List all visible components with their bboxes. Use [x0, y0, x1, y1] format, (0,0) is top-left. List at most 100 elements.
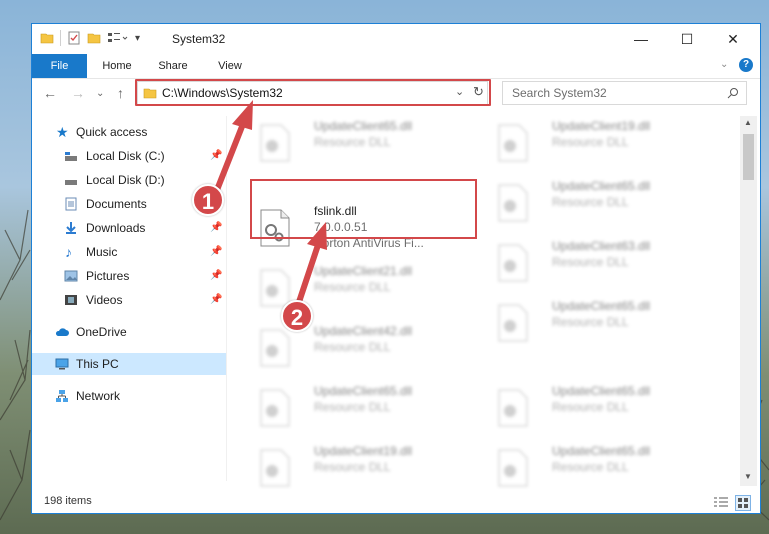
file-type: Resource DLL: [314, 280, 391, 294]
up-arrow-icon[interactable]: ↑: [117, 85, 124, 101]
customize-toolbar-icon[interactable]: ▾: [135, 33, 140, 44]
file-name: UpdateClient19.dll: [314, 444, 413, 458]
file-tile[interactable]: UpdateClient65.dll Resource DLL: [490, 178, 710, 228]
sidebar-item-this-pc[interactable]: This PC: [32, 353, 226, 375]
large-icons-view-icon[interactable]: [735, 495, 751, 511]
pin-icon[interactable]: 📌: [210, 145, 222, 167]
file-highlight-box: [250, 179, 477, 239]
tab-share[interactable]: Share: [150, 54, 196, 78]
vertical-scrollbar[interactable]: ▲ ▼: [740, 116, 757, 486]
sidebar-item-quick-access[interactable]: ★ Quick access: [32, 121, 226, 143]
navigation-pane: ★ Quick access Local Disk (C:) 📌 Local D…: [32, 116, 226, 486]
new-folder-icon[interactable]: [87, 31, 101, 45]
file-name: UpdateClient19.dll: [552, 119, 651, 133]
pane-divider[interactable]: [226, 116, 227, 481]
ribbon-tabs: File Home Share View ⌄ ?: [32, 54, 760, 79]
search-box[interactable]: Search System32: [502, 81, 747, 105]
music-icon: ♪: [65, 244, 72, 260]
pictures-icon: [64, 270, 78, 282]
dll-file-icon: [260, 124, 290, 162]
file-type: Resource DLL: [314, 340, 391, 354]
file-tile[interactable]: UpdateClient19.dll Resource DLL: [252, 443, 472, 493]
sidebar-item-label: Network: [76, 389, 121, 403]
minimize-button[interactable]: —: [618, 24, 664, 54]
sidebar-item-label: OneDrive: [76, 325, 127, 339]
dll-file-icon: [260, 389, 290, 427]
tab-file[interactable]: File: [32, 54, 87, 78]
title-bar: ▾ System32 — ☐ ✕: [32, 24, 760, 54]
file-tile[interactable]: UpdateClient19.dll Resource DLL: [490, 118, 710, 168]
file-name: UpdateClient21.dll: [314, 264, 413, 278]
maximize-button[interactable]: ☐: [664, 24, 710, 54]
expand-ribbon-icon[interactable]: ⌄: [720, 59, 728, 70]
dll-file-icon: [260, 329, 290, 367]
file-type: Resource DLL: [552, 400, 629, 414]
dll-file-icon: [498, 184, 528, 222]
step-badge-2: 2: [281, 300, 313, 332]
properties-icon[interactable]: [67, 31, 81, 45]
back-arrow-icon[interactable]: ←: [43, 85, 57, 101]
sidebar-item-music[interactable]: ♪ Music 📌: [32, 241, 226, 263]
step-badge-1: 1: [192, 184, 224, 216]
pin-icon[interactable]: 📌: [210, 241, 222, 263]
tab-view[interactable]: View: [207, 54, 253, 78]
file-tile[interactable]: UpdateClient65.dll Resource DLL: [490, 298, 710, 348]
item-count: 198 items: [44, 495, 92, 507]
tab-home[interactable]: Home: [94, 54, 140, 78]
sidebar-item-label: This PC: [76, 357, 119, 371]
pin-icon[interactable]: 📌: [210, 217, 222, 239]
sidebar-item-label: Quick access: [76, 125, 148, 139]
documents-icon: [65, 197, 77, 211]
file-tile[interactable]: UpdateClient65.dll Resource DLL: [490, 383, 710, 433]
file-name: UpdateClient65.dll: [314, 384, 413, 398]
file-name: UpdateClient65.dll: [314, 119, 413, 133]
sidebar-item-label: Downloads: [86, 221, 146, 235]
file-type: Resource DLL: [552, 135, 629, 149]
sidebar-item-onedrive[interactable]: OneDrive: [32, 321, 226, 343]
sidebar-item-pictures[interactable]: Pictures 📌: [32, 265, 226, 287]
sidebar-item-videos[interactable]: Videos 📌: [32, 289, 226, 311]
sidebar-item-label: Videos: [86, 293, 123, 307]
sidebar-item-local-disk-c[interactable]: Local Disk (C:) 📌: [32, 145, 226, 167]
forward-arrow-icon[interactable]: →: [71, 85, 85, 101]
dll-file-icon: [498, 124, 528, 162]
file-tile[interactable]: UpdateClient65.dll Resource DLL: [490, 443, 710, 493]
network-icon: [56, 390, 68, 402]
file-name: UpdateClient65.dll: [552, 384, 651, 398]
file-type: Resource DLL: [552, 195, 629, 209]
file-list: UpdateClient65.dll Resource DLL fslink.d…: [237, 116, 737, 487]
drive-icon: [65, 152, 77, 161]
close-icon: ✕: [727, 30, 739, 47]
sidebar-item-network[interactable]: Network: [32, 385, 226, 407]
scroll-up-icon[interactable]: ▲: [744, 118, 752, 127]
view-options-icon[interactable]: [107, 31, 129, 45]
pin-icon[interactable]: 📌: [210, 265, 222, 287]
file-type: Resource DLL: [314, 460, 391, 474]
sidebar-item-downloads[interactable]: Downloads 📌: [32, 217, 226, 239]
help-icon[interactable]: ?: [739, 58, 753, 72]
file-name: UpdateClient65.dll: [552, 179, 651, 193]
dll-file-icon: [498, 389, 528, 427]
download-icon: [66, 222, 76, 234]
file-tile[interactable]: UpdateClient65.dll Resource DLL: [252, 383, 472, 433]
status-bar: 198 items: [32, 492, 760, 514]
close-button[interactable]: ✕: [710, 24, 756, 54]
file-tile[interactable]: UpdateClient65.dll Resource DLL: [252, 118, 472, 168]
recent-locations-icon[interactable]: ⌄: [96, 88, 104, 99]
file-tile[interactable]: UpdateClient42.dll Resource DLL: [252, 323, 472, 373]
file-type: Resource DLL: [314, 135, 391, 149]
window-title: System32: [172, 32, 226, 46]
file-explorer-window: ▾ System32 — ☐ ✕ File Home Share View ⌄ …: [31, 23, 761, 514]
maximize-icon: ☐: [680, 30, 694, 47]
star-icon: ★: [56, 124, 69, 140]
navigation-bar: ← → ⌄ ↑ C:\Windows\System32 ⌄ ↻ Search S…: [32, 79, 760, 111]
details-view-icon[interactable]: [713, 496, 729, 510]
file-tile[interactable]: UpdateClient63.dll Resource DLL: [490, 238, 710, 288]
pin-icon[interactable]: 📌: [210, 289, 222, 311]
search-input[interactable]: Search System32: [512, 86, 607, 100]
folder-icon[interactable]: [40, 31, 54, 45]
drive-icon: [65, 180, 77, 185]
scroll-down-icon[interactable]: ▼: [744, 472, 752, 481]
dll-file-icon: [498, 449, 528, 487]
scroll-thumb[interactable]: [743, 134, 754, 180]
